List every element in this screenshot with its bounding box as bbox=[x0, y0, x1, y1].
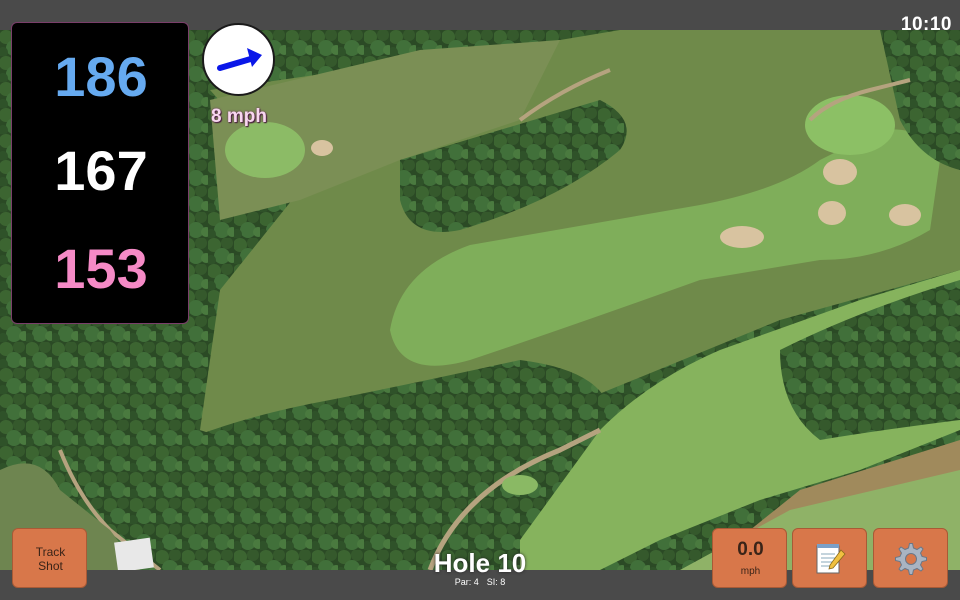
front-of-green-distance: 153 bbox=[54, 237, 148, 300]
hole-details: Par: 4 SI: 8 bbox=[380, 577, 580, 587]
notepad-icon bbox=[816, 544, 846, 574]
northeast-arrow-icon bbox=[217, 48, 262, 71]
settings-button[interactable] bbox=[873, 528, 948, 588]
wind-speed-unit: mph bbox=[740, 566, 761, 577]
notes-button[interactable] bbox=[792, 528, 867, 588]
gear-icon bbox=[895, 543, 927, 575]
track-shot-label: Track Shot bbox=[35, 545, 66, 573]
distance-panel: 186 167 153 bbox=[11, 22, 189, 324]
wind-speed-value: 0.0 bbox=[737, 539, 764, 560]
wind-speed-label: 8 mph bbox=[211, 106, 267, 127]
stroke-index-label: SI: 8 bbox=[486, 577, 506, 587]
status-time: 10:10 bbox=[900, 14, 952, 35]
hole-title: Hole 10 bbox=[433, 548, 527, 578]
back-of-green-distance: 186 bbox=[54, 45, 148, 108]
track-shot-button[interactable]: Track Shot bbox=[12, 528, 87, 588]
wind-direction-indicator bbox=[202, 23, 275, 96]
middle-of-green-distance: 167 bbox=[54, 139, 148, 202]
par-label: Par: 4 bbox=[454, 577, 479, 587]
wind-speed-button[interactable]: 0.0 mph bbox=[712, 528, 787, 588]
golf-gps-screen: 10:10 186 167 153 8 mph Track Shot Hole … bbox=[0, 0, 960, 600]
